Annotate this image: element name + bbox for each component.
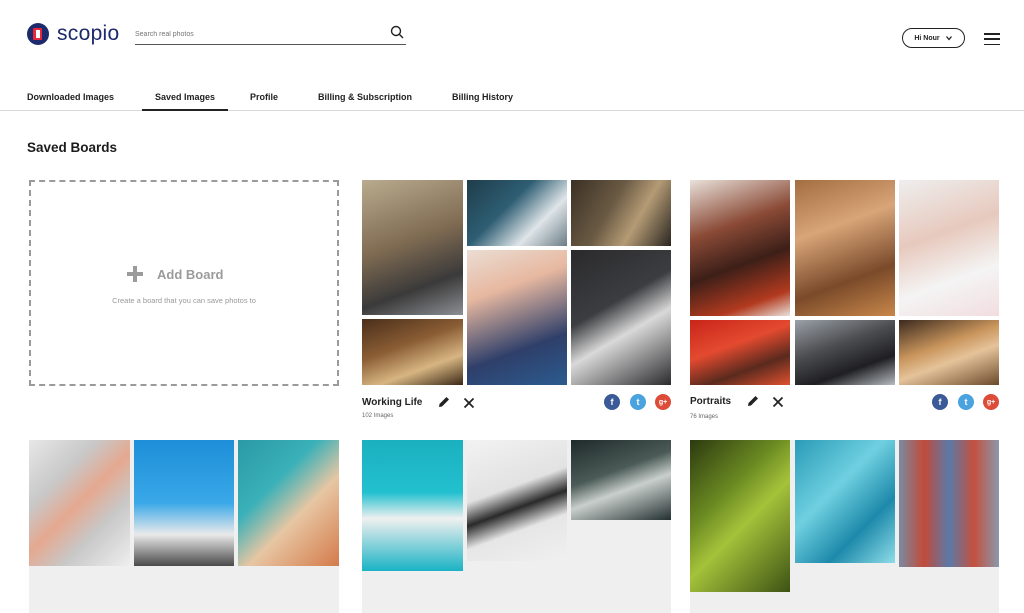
board-photo bbox=[690, 320, 790, 385]
board-name: Portraits bbox=[690, 396, 732, 407]
board-photo bbox=[362, 180, 463, 315]
logo-mark-icon bbox=[27, 23, 49, 45]
add-board-description: Create a board that you can save photos … bbox=[112, 296, 256, 305]
board-photo bbox=[795, 440, 895, 563]
facebook-icon[interactable]: f bbox=[604, 394, 620, 410]
board-photo bbox=[795, 180, 895, 316]
tab-saved-images[interactable]: Saved Images bbox=[141, 92, 229, 111]
tab-downloaded-images[interactable]: Downloaded Images bbox=[27, 92, 114, 102]
close-icon[interactable] bbox=[462, 396, 476, 410]
scopio-logo[interactable]: scopio bbox=[27, 22, 120, 46]
board-photo bbox=[362, 319, 463, 385]
board-photo bbox=[571, 180, 671, 246]
board-photo bbox=[467, 180, 567, 246]
search-icon[interactable] bbox=[390, 25, 404, 39]
hamburger-menu-icon[interactable] bbox=[984, 33, 1000, 45]
board-image-count: 76 Images bbox=[690, 414, 719, 420]
tab-profile[interactable]: Profile bbox=[250, 92, 278, 102]
twitter-icon[interactable]: t bbox=[630, 394, 646, 410]
account-tabs: Downloaded Images Saved Images Profile B… bbox=[0, 80, 1024, 111]
pencil-icon[interactable] bbox=[746, 394, 760, 408]
user-menu-button[interactable]: Hi Nour bbox=[902, 28, 965, 48]
board-photo bbox=[238, 440, 339, 566]
add-board-card[interactable]: Add Board Create a board that you can sa… bbox=[29, 180, 339, 386]
board-photo bbox=[690, 180, 790, 316]
tab-billing-subscription[interactable]: Billing & Subscription bbox=[318, 92, 412, 102]
board-photo bbox=[134, 440, 234, 566]
board-name: Working Life bbox=[362, 397, 423, 408]
user-greeting: Hi Nour bbox=[914, 34, 940, 42]
pencil-icon[interactable] bbox=[437, 395, 451, 409]
google-plus-icon[interactable]: g+ bbox=[983, 394, 999, 410]
board-photo bbox=[467, 250, 567, 385]
board-photo bbox=[795, 320, 895, 385]
board-photo bbox=[899, 440, 999, 567]
board-photo bbox=[899, 320, 999, 385]
board-photo bbox=[467, 440, 567, 561]
page-title: Saved Boards bbox=[27, 140, 118, 155]
close-icon[interactable] bbox=[771, 395, 785, 409]
search-bar bbox=[135, 23, 406, 45]
search-input[interactable] bbox=[135, 24, 375, 38]
plus-icon bbox=[127, 266, 143, 282]
board-photo bbox=[899, 180, 999, 316]
board-photo bbox=[690, 440, 790, 592]
board-photo bbox=[362, 440, 463, 571]
board-photo bbox=[571, 440, 671, 520]
facebook-icon[interactable]: f bbox=[932, 394, 948, 410]
brand-name: scopio bbox=[57, 22, 120, 45]
google-plus-icon[interactable]: g+ bbox=[655, 394, 671, 410]
tab-billing-history[interactable]: Billing History bbox=[452, 92, 513, 102]
board-photo bbox=[29, 440, 130, 566]
add-board-label: Add Board bbox=[157, 266, 224, 282]
board-photo bbox=[571, 250, 671, 385]
twitter-icon[interactable]: t bbox=[958, 394, 974, 410]
chevron-down-icon bbox=[945, 36, 952, 41]
board-image-count: 102 Images bbox=[362, 413, 394, 419]
